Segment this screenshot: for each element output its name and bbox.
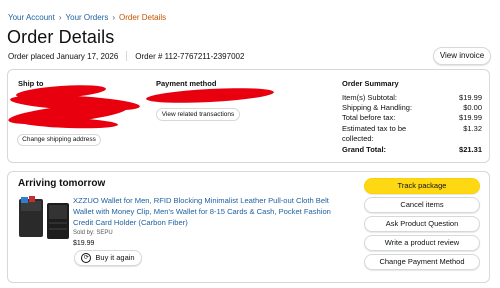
redaction-mark	[17, 116, 119, 130]
summary-row: Item(s) Subtotal: $19.99	[342, 93, 482, 103]
product-image[interactable]	[17, 195, 73, 243]
ship-to-label: Ship to	[18, 79, 44, 88]
summary-row: Total before tax: $19.99	[342, 113, 482, 123]
grand-total-row: Grand Total: $21.31	[342, 145, 482, 155]
reorder-icon: ⟳	[81, 253, 92, 263]
summary-row-label: Estimated tax to be	[342, 123, 407, 133]
summary-row-label: Shipping & Handling:	[342, 103, 413, 113]
payment-method-label: Payment method	[156, 79, 217, 88]
change-shipping-address-button[interactable]: Change shipping address	[17, 134, 101, 146]
buy-it-again-label: Buy it again	[95, 253, 135, 262]
summary-row-label: collected:	[342, 133, 374, 143]
summary-row: Shipping & Handling: $0.00	[342, 103, 482, 113]
breadcrumb: Your Account › Your Orders › Order Detai…	[8, 13, 166, 22]
redaction-mark	[145, 85, 275, 106]
summary-row-label: Total before tax:	[342, 113, 396, 123]
order-info-card: Ship to Payment method View related tran…	[7, 69, 490, 163]
grand-total-value: $21.31	[459, 145, 482, 155]
breadcrumb-your-account[interactable]: Your Account	[8, 13, 55, 22]
summary-row-value: $19.99	[459, 93, 482, 102]
breadcrumb-your-orders[interactable]: Your Orders	[66, 13, 109, 22]
order-summary-title: Order Summary	[342, 79, 399, 88]
view-invoice-button[interactable]: View invoice	[433, 47, 491, 65]
delivery-status: Arriving tomorrow	[18, 178, 106, 189]
summary-row-label: Item(s) Subtotal:	[342, 93, 398, 102]
breadcrumb-separator: ›	[112, 13, 116, 22]
order-actions: Track package Cancel items Ask Product Q…	[364, 178, 480, 273]
breadcrumb-separator: ›	[58, 13, 62, 22]
page-title: Order Details	[7, 27, 115, 47]
sold-by: Sold by: SEPU	[73, 230, 113, 236]
order-number: Order # 112-7767211-2397002	[135, 51, 245, 61]
cancel-items-button[interactable]: Cancel items	[364, 197, 480, 213]
summary-row-value: $0.00	[463, 103, 482, 113]
change-payment-method-button[interactable]: Change Payment Method	[364, 254, 480, 270]
order-placed-date: Order placed January 17, 2026	[8, 51, 119, 61]
write-review-button[interactable]: Write a product review	[364, 235, 480, 251]
summary-row-value: $19.99	[459, 113, 482, 123]
view-related-transactions-button[interactable]: View related transactions	[156, 108, 240, 121]
ask-product-question-button[interactable]: Ask Product Question	[364, 216, 480, 232]
grand-total-label: Grand Total:	[342, 145, 387, 155]
buy-it-again-button[interactable]: ⟳ Buy it again	[74, 250, 142, 266]
track-package-button[interactable]: Track package	[364, 178, 480, 194]
summary-row: collected:	[342, 134, 482, 144]
order-summary: Order Summary Item(s) Subtotal: $19.99 S…	[342, 79, 482, 155]
product-title-link[interactable]: XZZUO Wallet for Men, RFID Blocking Mini…	[73, 195, 343, 228]
order-meta: Order placed January 17, 2026 Order # 11…	[8, 51, 244, 61]
product-price: $19.99	[73, 240, 95, 247]
summary-row: Estimated tax to be $1.32	[342, 124, 482, 134]
shipment-card: Arriving tomorrow XZZUO Wallet for Men, …	[7, 171, 490, 283]
meta-divider	[126, 51, 128, 61]
breadcrumb-order-details: Order Details	[119, 13, 167, 22]
summary-row-value: $1.32	[463, 123, 482, 133]
